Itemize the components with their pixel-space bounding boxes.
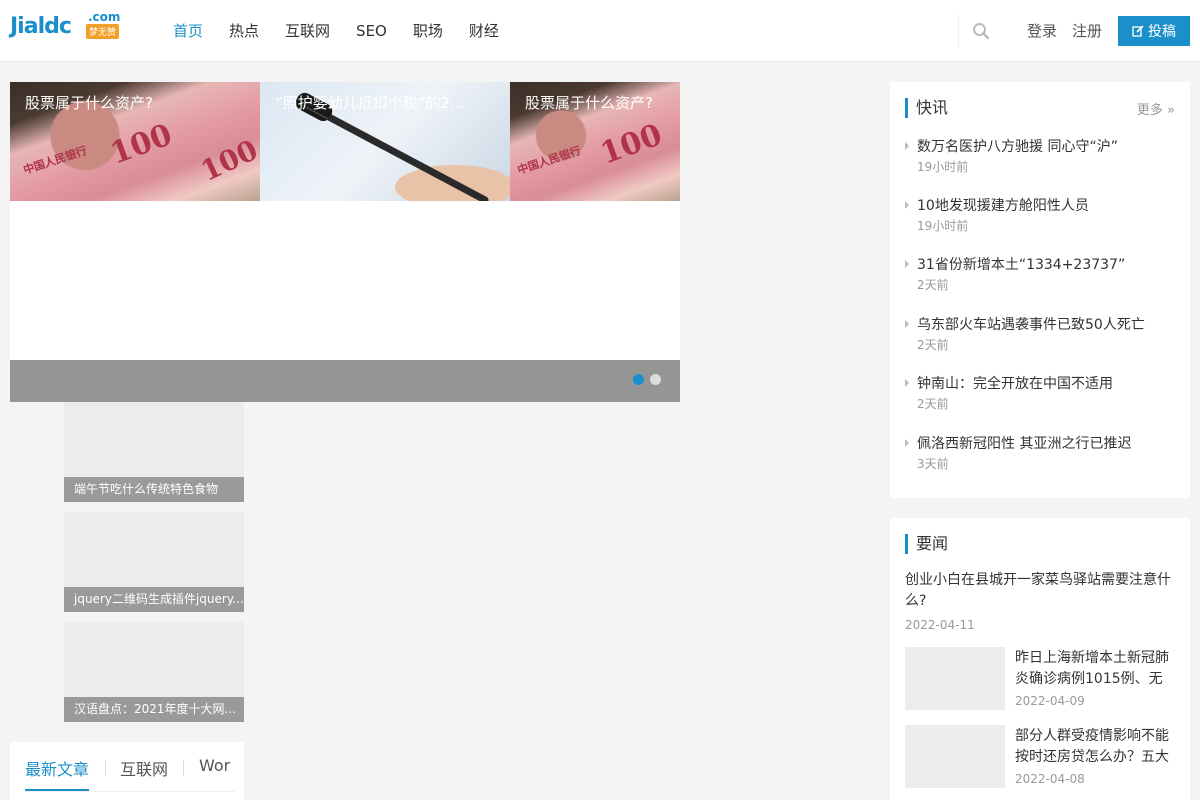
search-button[interactable]: [958, 14, 1002, 48]
tab-wordpress[interactable]: Wor: [199, 756, 230, 775]
site-logo[interactable]: Jialdc .com 梦无赞: [10, 10, 120, 42]
flash-title[interactable]: 乌东部火车站遇袭事件已致50人死亡: [917, 314, 1145, 334]
flash-title[interactable]: 佩洛西新冠阳性 其亚洲之行已推迟: [917, 433, 1131, 453]
submit-label: 投稿: [1148, 24, 1176, 40]
nav-item-career[interactable]: 职场: [400, 0, 456, 62]
widget-title: 快讯: [905, 98, 948, 118]
bullet-arrow-icon: [905, 320, 909, 328]
headline-link[interactable]: 创业小白在县城开一家菜鸟驿站需要注意什么?: [905, 570, 1177, 612]
top-news-widget: 要闻 创业小白在县城开一家菜鸟驿站需要注意什么? 2022-04-11 昨日上海…: [890, 518, 1190, 800]
nav-item-finance[interactable]: 财经: [456, 0, 512, 62]
headline-date: 2022-04-11: [905, 618, 975, 632]
article-tabs: 最新文章 互联网 Wor: [10, 742, 244, 800]
news-thumbnail[interactable]: [905, 725, 1005, 788]
slide-caption-bar: [10, 360, 680, 402]
news-title[interactable]: 部分人群受疫情影响不能按时还房贷怎么办？五大: [1015, 726, 1175, 768]
bullet-arrow-icon: [905, 379, 909, 387]
flash-time: 2天前: [917, 397, 949, 411]
flash-title[interactable]: 31省份新增本土“1334+23737”: [917, 254, 1125, 274]
bullet-arrow-icon: [905, 201, 909, 209]
more-link[interactable]: 更多 »: [1137, 99, 1175, 118]
flash-time: 19小时前: [917, 160, 969, 174]
register-link[interactable]: 注册: [1072, 0, 1102, 62]
featured-slider[interactable]: 100 中国人民银行 100 100 中国人民银行 股票属于什么资产? “照护婴…: [10, 82, 680, 402]
tab-baseline: [25, 791, 235, 792]
search-icon: [972, 23, 989, 40]
logo-domain: .com: [88, 10, 121, 24]
tab-divider: [105, 760, 106, 776]
news-item[interactable]: 部分人群受疫情影响不能按时还房贷怎么办？五大 2022-04-08: [905, 725, 1177, 789]
tab-active-indicator: [25, 789, 89, 791]
bullet-arrow-icon: [905, 439, 909, 447]
flash-time: 2天前: [917, 278, 949, 292]
thumb-caption[interactable]: 端午节吃什么传统特色食物: [64, 477, 244, 502]
nav-item-internet[interactable]: 互联网: [272, 0, 343, 62]
edit-icon: [1132, 25, 1144, 37]
tab-divider: [183, 760, 184, 776]
login-link[interactable]: 登录: [1027, 0, 1057, 62]
nav-item-seo[interactable]: SEO: [343, 0, 400, 62]
news-date: 2022-04-09: [1015, 694, 1085, 708]
slide-caption[interactable]: 股票属于什么资产?: [525, 82, 675, 124]
flash-time: 2天前: [917, 338, 949, 352]
news-item[interactable]: 昨日上海新增本土新冠肺炎确诊病例1015例、无症 2022-04-09: [905, 647, 1177, 711]
flash-title[interactable]: 钟南山：完全开放在中国不适用: [917, 373, 1113, 393]
logo-badge: 梦无赞: [86, 24, 120, 39]
flash-time: 19小时前: [917, 219, 969, 233]
slider-dot[interactable]: [650, 374, 661, 385]
news-date: 2022-04-08: [1015, 772, 1085, 786]
flash-title[interactable]: 数万名医护八方驰援 同心守“沪”: [917, 136, 1118, 156]
slide-caption[interactable]: 股票属于什么资产?: [25, 82, 255, 124]
slide-caption[interactable]: “照护婴幼儿抵扣个税”的2...: [275, 82, 505, 124]
nav-item-hot[interactable]: 热点: [216, 0, 272, 62]
news-title[interactable]: 昨日上海新增本土新冠肺炎确诊病例1015例、无症: [1015, 648, 1175, 690]
main-nav: 首页 热点 互联网 SEO 职场 财经: [160, 0, 512, 62]
flash-news-widget: 快讯 更多 » 数万名医护八方驰援 同心守“沪” 19小时前 10地发现援建方舱…: [890, 82, 1190, 498]
tab-latest[interactable]: 最新文章: [25, 756, 89, 780]
bullet-arrow-icon: [905, 142, 909, 150]
thumb-card[interactable]: jquery二维码生成插件jquery...: [64, 512, 244, 612]
site-header: Jialdc .com 梦无赞 首页 热点 互联网 SEO 职场 财经 登录 注…: [0, 0, 1200, 62]
news-thumbnail[interactable]: [905, 647, 1005, 710]
flash-title[interactable]: 10地发现援建方舱阳性人员: [917, 195, 1089, 215]
widget-title: 要闻: [905, 534, 948, 554]
thumb-caption[interactable]: jquery二维码生成插件jquery...: [64, 587, 244, 612]
slider-dot-active[interactable]: [633, 374, 644, 385]
logo-text: Jialdc: [10, 14, 72, 39]
tab-internet[interactable]: 互联网: [120, 756, 168, 780]
slider-pagination: [633, 374, 661, 385]
thumb-card[interactable]: 端午节吃什么传统特色食物: [64, 402, 244, 502]
thumb-card[interactable]: 汉语盘点：2021年度十大网...: [64, 622, 244, 722]
bullet-arrow-icon: [905, 260, 909, 268]
nav-item-home[interactable]: 首页: [160, 0, 216, 62]
thumb-caption[interactable]: 汉语盘点：2021年度十大网...: [64, 697, 244, 722]
flash-time: 3天前: [917, 457, 949, 471]
submit-article-button[interactable]: 投稿: [1118, 16, 1190, 46]
